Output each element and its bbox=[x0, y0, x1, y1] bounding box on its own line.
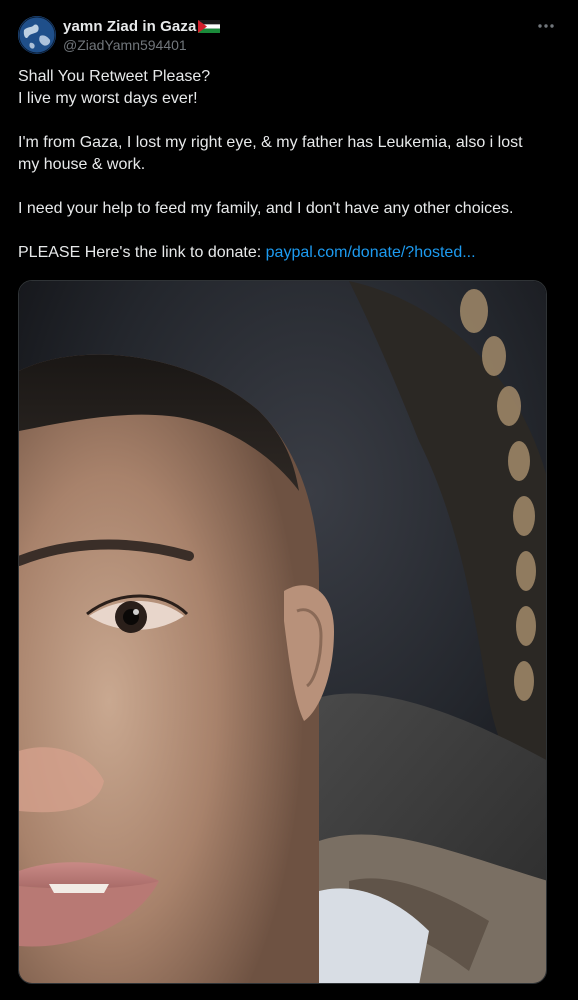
display-name[interactable]: yamn Ziad in Gaza bbox=[63, 18, 196, 35]
donate-link[interactable]: paypal.com/donate/?hosted... bbox=[266, 244, 476, 261]
author-handle[interactable]: @ZiadYamn594401 bbox=[63, 37, 220, 53]
tweet-photo[interactable] bbox=[18, 280, 547, 984]
tweet-line: I need your help to feed my family, and … bbox=[18, 200, 514, 217]
tweet-line: I live my worst days ever! bbox=[18, 90, 198, 107]
selfie-photo-icon bbox=[19, 281, 546, 983]
author-names: yamn Ziad in Gaza @ZiadYamn594401 bbox=[63, 17, 221, 53]
tweet-text: Shall You Retweet Please? I live my wors… bbox=[18, 66, 548, 264]
globe-avatar-icon bbox=[18, 16, 56, 54]
tweet-line-donate: PLEASE Here's the link to donate: paypal… bbox=[18, 242, 548, 264]
tweet-line: Shall You Retweet Please? bbox=[18, 68, 211, 85]
tweet-line: I'm from Gaza, I lost my right eye, & my… bbox=[18, 134, 523, 173]
palestine-flag-icon bbox=[198, 20, 221, 33]
avatar[interactable] bbox=[18, 16, 56, 54]
display-name-row: yamn Ziad in Gaza bbox=[63, 17, 221, 36]
more-horizontal-icon[interactable] bbox=[536, 18, 556, 34]
tweet-header: yamn Ziad in Gaza @ZiadYamn594401 bbox=[18, 16, 560, 56]
donate-prefix: PLEASE Here's the link to donate: bbox=[18, 244, 266, 261]
tweet-card[interactable]: yamn Ziad in Gaza @ZiadYamn594401 Shall … bbox=[0, 0, 578, 1000]
